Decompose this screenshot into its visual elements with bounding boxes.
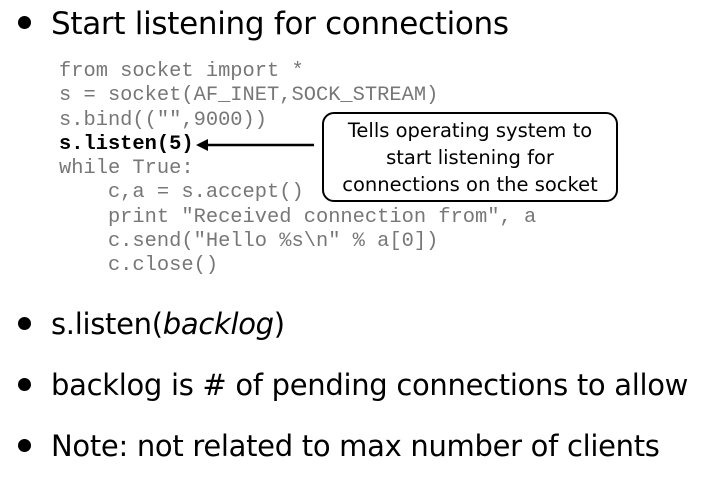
arrow-icon — [196, 139, 314, 151]
title-text: Start listening for connections — [51, 6, 509, 42]
code-line-highlighted: s.listen(5) — [59, 132, 194, 156]
code-line: c.send("Hello %s\n" % a[0]) — [59, 230, 439, 254]
callout-box: Tells operating system to start listenin… — [322, 112, 618, 202]
listen-suffix: ) — [273, 307, 285, 341]
listen-prefix: s.listen( — [51, 307, 163, 341]
code-line: while True: — [59, 157, 194, 181]
code-line: c,a = s.accept() — [59, 181, 304, 205]
code-line: c.close() — [59, 254, 219, 278]
note-text: Note: not related to max number of clien… — [51, 429, 660, 463]
bullet-icon — [18, 316, 31, 330]
code-line: from socket import * — [59, 60, 304, 83]
code-line: s = socket(AF_INET,SOCK_STREAM) — [59, 84, 439, 108]
bullet-icon — [18, 377, 31, 391]
listen-arg: backlog — [162, 307, 274, 341]
bullet-icon — [18, 16, 31, 29]
bullet-listen: s.listen(backlog) — [18, 307, 285, 341]
bullet-note: Note: not related to max number of clien… — [18, 429, 660, 463]
bullet-backlog: backlog is # of pending connections to a… — [18, 368, 688, 402]
code-line: print "Received connection from", a — [59, 205, 537, 229]
code-line: s.bind(("",9000)) — [59, 108, 268, 132]
slide-title: Start listening for connections — [18, 6, 509, 42]
bullet-icon — [18, 438, 31, 452]
backlog-text: backlog is # of pending connections to a… — [51, 368, 689, 402]
